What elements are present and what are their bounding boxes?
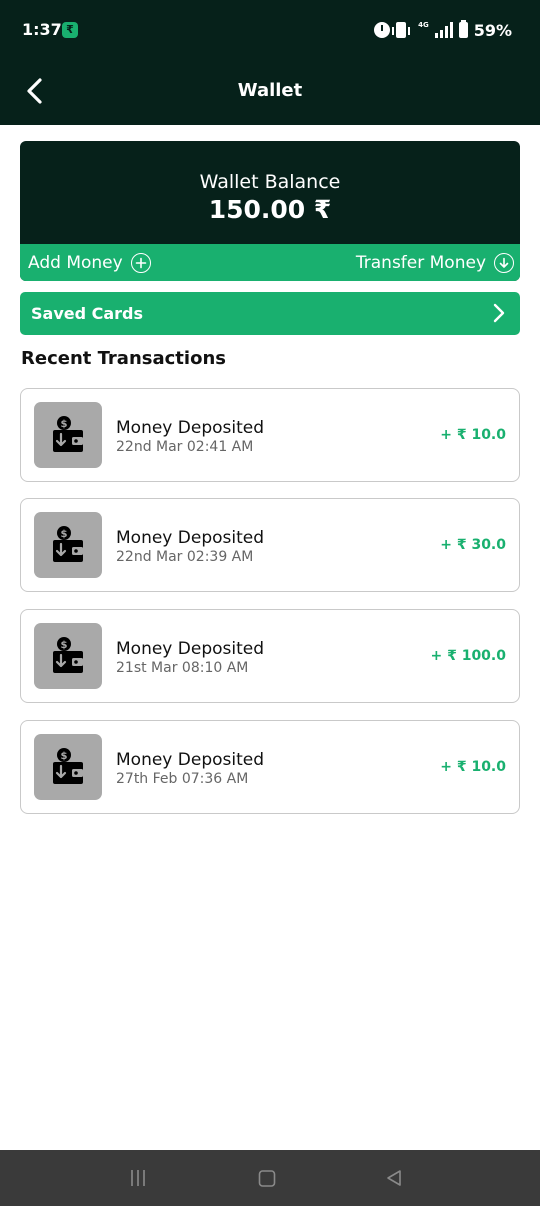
transaction-date: 22nd Mar 02:39 AM [116,549,254,565]
add-money-label: Add Money [28,252,123,273]
wallet-deposit-icon: $ [53,637,83,673]
balance-actions: Add Money Transfer Money [20,244,520,281]
transaction-thumbnail: $ [34,512,102,578]
transaction-date: 21st Mar 08:10 AM [116,660,249,676]
saved-cards-label: Saved Cards [31,304,144,323]
alarm-icon [374,22,391,38]
balance-amount: 150.00 ₹ [208,195,332,224]
transaction-title: Money Deposited [116,418,265,438]
transaction-amount: + ₹ 10.0 [440,759,506,775]
arrow-down-circle-icon [494,252,514,273]
chevron-right-icon [493,303,505,323]
system-back-button[interactable] [384,1167,404,1189]
battery-icon [458,20,468,38]
transaction-date: 22nd Mar 02:41 AM [116,439,254,455]
svg-text:$: $ [61,419,68,430]
app-bar: Wallet [0,60,540,125]
signal-icon [434,22,453,38]
recent-transactions-heading: Recent Transactions [21,348,226,369]
home-button[interactable] [257,1167,277,1189]
page-title: Wallet [237,80,303,101]
wallet-deposit-icon: $ [53,748,83,784]
svg-text:$: $ [61,751,68,762]
saved-cards-button[interactable]: Saved Cards [20,292,520,335]
transaction-date: 27th Feb 07:36 AM [116,771,249,787]
balance-label: Wallet Balance [199,171,341,193]
transfer-money-button[interactable]: Transfer Money [356,244,514,281]
transaction-title: Money Deposited [116,528,265,548]
network-type: 4G [418,21,429,29]
transaction-amount: + ₹ 30.0 [440,537,506,553]
wallet-balance-card: Wallet Balance 150.00 ₹ Add Money Transf… [20,141,520,281]
transaction-amount: + ₹ 100.0 [430,648,506,664]
recent-apps-button[interactable] [128,1167,148,1189]
status-icons: 4G 59% [374,18,512,42]
transaction-amount: + ₹ 10.0 [440,427,506,443]
add-money-button[interactable]: Add Money [28,244,151,281]
transaction-item[interactable]: $ Money Deposited 22nd Mar 02:39 AM + ₹ … [20,498,520,592]
wallet-deposit-icon: $ [53,416,83,452]
svg-text:$: $ [61,529,68,540]
transaction-thumbnail: $ [34,402,102,468]
svg-text:$: $ [61,640,68,651]
app-notification-icon: ₹ [62,22,78,38]
status-time: 1:37 [22,20,62,39]
transaction-title: Money Deposited [116,750,265,770]
system-nav-bar [0,1150,540,1206]
wallet-deposit-icon: $ [53,526,83,562]
transaction-title: Money Deposited [116,639,265,659]
balance-display: Wallet Balance 150.00 ₹ [20,141,520,244]
transaction-item[interactable]: $ Money Deposited 21st Mar 08:10 AM + ₹ … [20,609,520,703]
status-bar: 1:37 ₹ 4G 59% [0,0,540,60]
transaction-item[interactable]: $ Money Deposited 22nd Mar 02:41 AM + ₹ … [20,388,520,482]
transaction-thumbnail: $ [34,734,102,800]
transfer-money-label: Transfer Money [355,252,486,273]
plus-circle-icon [130,252,151,273]
transaction-thumbnail: $ [34,623,102,689]
transaction-item[interactable]: $ Money Deposited 27th Feb 07:36 AM + ₹ … [20,720,520,814]
battery-percent: 59% [473,20,512,40]
vibrate-icon [392,22,411,38]
